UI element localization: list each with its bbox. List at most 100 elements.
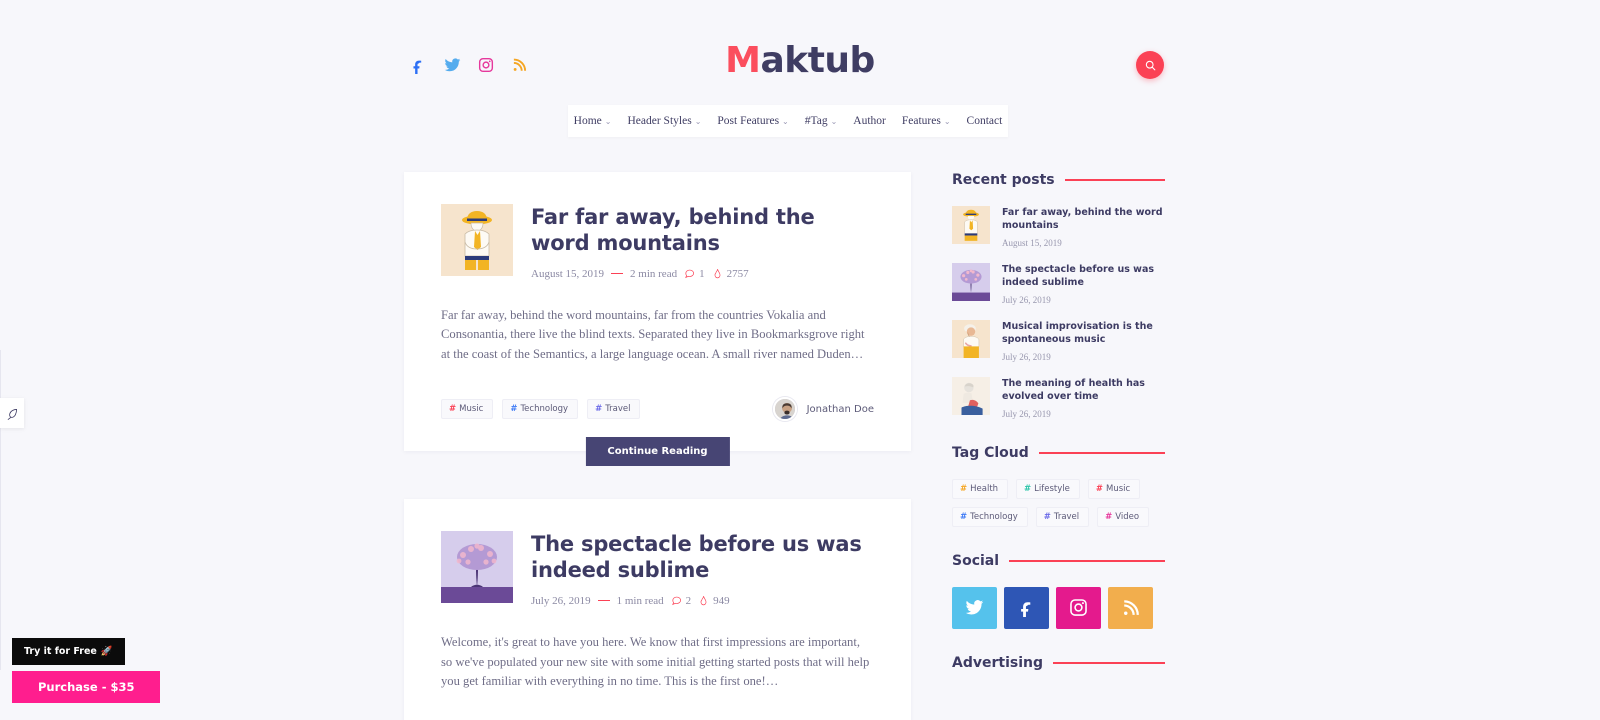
nav-item-features[interactable]: Features ⌄	[894, 115, 959, 127]
social-button-twitter[interactable]	[952, 586, 997, 629]
recent-post-title: The meaning of health has evolved over t…	[1002, 377, 1145, 403]
nav-item-contact[interactable]: Contact	[959, 115, 1011, 127]
page-root: Maktub Home ⌄ Header Styles ⌄ Post Featu…	[0, 0, 1600, 720]
recent-thumbnail-blossom-tree	[952, 262, 990, 301]
comment-count: 1	[699, 267, 705, 280]
widget-recent-posts: Recent posts Far far away, behind the wo…	[952, 172, 1165, 419]
widget-rule	[1009, 560, 1165, 562]
tag-music[interactable]: # Music	[1087, 478, 1141, 499]
post-author[interactable]: Jonathan Doe	[772, 397, 874, 422]
nav-label: #Tag	[804, 115, 828, 127]
social-button-rss[interactable]	[1108, 586, 1153, 629]
site-header: Maktub	[0, 0, 1600, 100]
post-header: Far far away, behind the word mountains …	[441, 204, 874, 280]
author-name: Jonathan Doe	[806, 403, 874, 415]
hash-symbol: #	[960, 483, 968, 494]
tag-lifestyle[interactable]: # Lifestyle	[1016, 478, 1080, 499]
continue-reading-button[interactable]: Continue Reading	[585, 437, 730, 467]
tag-video[interactable]: # Video	[1097, 506, 1150, 527]
comment-count: 2	[685, 594, 692, 607]
post-meta: August 15, 2019 2 min read 1 2757	[531, 268, 874, 280]
tag-label: Music	[459, 404, 484, 415]
hash-symbol: #	[449, 404, 457, 415]
widget-header: Social	[952, 553, 1165, 569]
tag-technology[interactable]: # Technology	[502, 399, 579, 420]
meta-divider	[597, 599, 610, 602]
post-header-text: The spectacle before us was indeed subli…	[531, 531, 874, 607]
sidebar: Recent posts Far far away, behind the wo…	[952, 172, 1165, 697]
tag-music[interactable]: # Music	[441, 399, 494, 420]
flame-icon	[700, 596, 707, 606]
social-button-grid	[952, 586, 1165, 629]
view-count: 949	[713, 594, 730, 607]
nav-label: Post Features	[717, 115, 780, 127]
feather-pen-icon	[7, 408, 17, 420]
nav-label: Contact	[966, 115, 1003, 127]
comment-icon	[685, 269, 695, 279]
post-read-time: 1 min read	[616, 594, 664, 607]
post-card: The spectacle before us was indeed subli…	[404, 499, 911, 720]
post-card: Far far away, behind the word mountains …	[404, 172, 911, 467]
tag-technology[interactable]: # Technology	[952, 506, 1028, 527]
tag-label: Video	[1115, 511, 1140, 522]
nav-item-home[interactable]: Home ⌄	[566, 115, 620, 127]
hash-symbol: #	[1043, 511, 1051, 522]
search-button[interactable]	[1136, 51, 1164, 79]
hash-symbol: #	[1105, 511, 1113, 522]
feather-pen-button[interactable]	[0, 398, 24, 428]
post-excerpt: Welcome, it's great to have you here. We…	[441, 634, 870, 689]
post-excerpt: Far far away, behind the word mountains,…	[441, 307, 865, 362]
nav-label: Home	[573, 115, 602, 127]
tag-travel[interactable]: # Travel	[587, 399, 641, 420]
widget-tag-cloud: Tag Cloud # Health # Lifestyle # Music #	[952, 445, 1165, 527]
tag-label: Technology	[520, 404, 569, 415]
chevron-down-icon: ⌄	[830, 117, 838, 126]
hash-symbol: #	[1095, 483, 1103, 494]
list-item[interactable]: Far far away, behind the word mountains …	[952, 206, 1165, 248]
recent-thumbnail-man-in-yellow-hat	[952, 206, 990, 244]
widget-social: Social	[952, 553, 1165, 629]
list-item[interactable]: The meaning of health has evolved over t…	[952, 376, 1165, 419]
nav-item-post-features[interactable]: Post Features ⌄	[709, 115, 796, 127]
recent-thumbnail-musician	[952, 319, 990, 358]
comment-icon	[671, 596, 681, 606]
tag-travel[interactable]: # Travel	[1035, 506, 1090, 527]
post-tags: # Music # Technology # Travel	[441, 399, 641, 420]
nav-label: Header Styles	[627, 115, 692, 127]
tag-label: Travel	[605, 404, 631, 415]
post-thumbnail-blossom-tree[interactable]	[441, 531, 513, 604]
list-item[interactable]: Musical improvisation is the spontaneous…	[952, 319, 1165, 362]
logo-rest: aktub	[760, 40, 875, 81]
post-read-time: 2 min read	[630, 267, 678, 280]
post-thumbnail-man-in-yellow-hat[interactable]	[441, 204, 513, 276]
nav-item-header-styles[interactable]: Header Styles ⌄	[619, 115, 709, 127]
tag-health[interactable]: # Health	[952, 478, 1009, 499]
widget-advertising: Advertising	[952, 655, 1165, 671]
try-it-for-free-button[interactable]: Try it for Free 🚀	[12, 638, 125, 665]
list-item-text: Far far away, behind the word mountains …	[1002, 206, 1165, 248]
recent-post-date: August 15, 2019	[1002, 237, 1062, 248]
tag-cloud-list: # Health # Lifestyle # Music # Technolog…	[952, 478, 1165, 527]
post-title[interactable]: The spectacle before us was indeed subli…	[531, 531, 874, 584]
nav-item-author[interactable]: Author	[845, 115, 894, 127]
rss-icon	[1123, 600, 1139, 615]
logo-accent-letter: M	[725, 40, 761, 81]
recent-post-date: July 26, 2019	[1002, 294, 1051, 305]
view-count: 2757	[726, 267, 749, 280]
purchase-button[interactable]: Purchase - $35	[12, 671, 161, 703]
post-title[interactable]: Far far away, behind the word mountains	[531, 204, 874, 257]
search-icon	[1145, 60, 1155, 70]
nav-label: Author	[853, 115, 886, 127]
list-item[interactable]: The spectacle before us was indeed subli…	[952, 262, 1165, 305]
nav-item-tag[interactable]: #Tag ⌄	[797, 115, 846, 127]
recent-post-title: Far far away, behind the word mountains	[1002, 207, 1163, 232]
widget-title: Recent posts	[952, 172, 1055, 188]
social-button-instagram[interactable]	[1056, 586, 1101, 629]
social-button-facebook[interactable]	[1004, 586, 1049, 629]
site-logo[interactable]: Maktub	[0, 40, 1600, 81]
hash-symbol: #	[1024, 483, 1032, 494]
chevron-down-icon: ⌄	[943, 117, 951, 126]
post-list: Far far away, behind the word mountains …	[404, 172, 911, 720]
flame-icon	[714, 269, 720, 279]
recent-post-date: July 26, 2019	[1002, 408, 1051, 419]
